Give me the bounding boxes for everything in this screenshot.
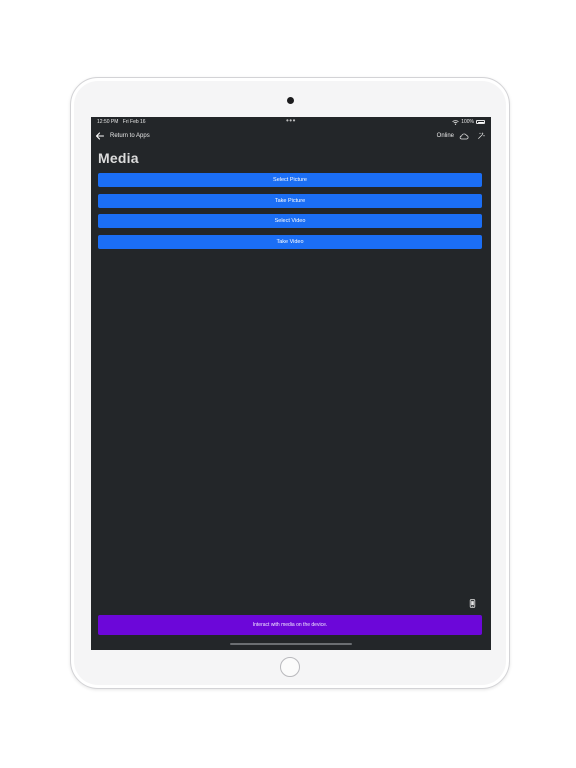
battery-icon [476,120,485,124]
status-left: 12:50 PM Fri Feb 16 [97,117,149,127]
select-video-button[interactable]: Select Video [98,214,482,228]
back-arrow-icon[interactable] [95,131,105,141]
multitasking-dots[interactable]: ••• [286,117,296,125]
status-time: 12:50 PM [97,119,119,125]
app-screen: 12:50 PM Fri Feb 16 ••• 100% Return to A… [91,117,491,650]
cloud-icon[interactable] [459,133,469,140]
status-right: 100% [450,117,485,127]
page-title: Media [98,150,139,166]
mobile-device-icon[interactable] [469,599,476,608]
wand-icon[interactable] [477,132,485,140]
nav-bar: Return to Apps Online [91,129,491,143]
take-video-button[interactable]: Take Video [98,235,482,249]
info-banner: Interact with media on the device. [98,615,482,635]
take-picture-button[interactable]: Take Picture [98,194,482,208]
wifi-icon [452,119,459,125]
home-indicator[interactable] [230,643,352,645]
status-bar: 12:50 PM Fri Feb 16 ••• 100% [91,117,491,127]
home-button[interactable] [280,657,300,677]
return-to-apps-link[interactable]: Return to Apps [110,129,150,143]
select-picture-button[interactable]: Select Picture [98,173,482,187]
battery-percent: 100% [461,119,474,125]
nav-right: Online [437,129,485,143]
status-date: Fri Feb 16 [122,119,146,125]
front-camera [287,97,294,104]
connection-status: Online [436,133,454,139]
